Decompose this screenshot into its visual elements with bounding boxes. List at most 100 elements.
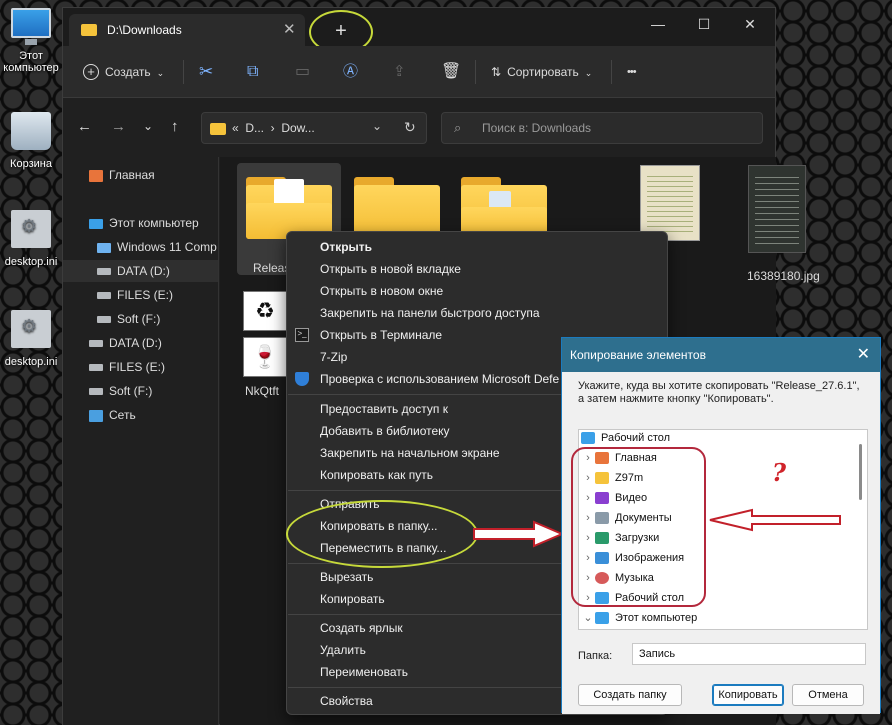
desktop-icon-desktop-ini-2[interactable]: desktop.ini: [0, 310, 62, 368]
sidebar-item-this-pc[interactable]: Этот компьютер: [89, 212, 199, 234]
file-name: NkQtft: [245, 384, 280, 398]
up-arrow-icon[interactable]: ↑: [171, 118, 179, 135]
desktop-icon-recycle-bin[interactable]: Корзина: [0, 112, 62, 170]
copy-button[interactable]: ⧉: [247, 58, 258, 86]
sidebar-item-home[interactable]: Главная: [89, 164, 155, 186]
desktop-icon-this-pc[interactable]: Этот компьютер: [0, 8, 62, 74]
chevron-down-icon[interactable]: ⌄: [372, 119, 382, 133]
drive-icon: [97, 292, 111, 300]
create-folder-button[interactable]: Создать папку: [578, 684, 682, 706]
chevron-down-icon: ⌄: [156, 68, 165, 78]
rename-button[interactable]: Ⓐ: [343, 58, 358, 86]
shield-icon: [295, 372, 309, 386]
drive-icon: [89, 388, 103, 396]
desktop-icon-label: desktop.ini: [4, 356, 58, 368]
search-placeholder: Поиск в: Downloads: [482, 121, 591, 135]
sidebar-item-data-d[interactable]: DATA (D:): [63, 260, 218, 282]
cut-button[interactable]: ✂: [199, 58, 213, 86]
more-options-button[interactable]: •••: [627, 58, 637, 86]
back-arrow-icon[interactable]: ←: [77, 118, 92, 135]
windows-drive-icon: [97, 242, 111, 253]
terminal-icon: >_: [295, 328, 309, 342]
create-button[interactable]: + Создать ⌄: [83, 58, 164, 86]
toolbar-divider: [183, 60, 184, 84]
sidebar-item-label: DATA (D:): [109, 336, 162, 350]
video-folder-icon[interactable]: [461, 177, 547, 239]
chevron-down-icon[interactable]: ⌄: [581, 608, 595, 628]
red-arrow-left-icon: [709, 508, 841, 532]
sort-button[interactable]: ⇅ Сортировать ⌄: [491, 58, 592, 86]
highlight-oval: [571, 447, 706, 607]
folder-icon: [246, 177, 332, 239]
close-window-button[interactable]: ✕: [727, 10, 773, 40]
sidebar-item-files-e-2[interactable]: FILES (E:): [89, 356, 165, 378]
folder-icon: [81, 24, 97, 36]
sidebar-item-files-e[interactable]: FILES (E:): [97, 284, 173, 306]
maximize-button[interactable]: ☐: [681, 10, 727, 40]
computer-icon: [11, 8, 51, 45]
menu-item-pin-quick-access[interactable]: Закрепить на панели быстрого доступа: [287, 302, 667, 324]
tab-title: D:\Downloads: [107, 23, 182, 37]
sort-label: Сортировать: [507, 65, 579, 79]
folder-icon[interactable]: [354, 177, 440, 239]
home-icon: [89, 169, 103, 182]
menu-item-label: Проверка с использованием Microsoft Defe: [320, 372, 560, 386]
sidebar-item-label: Сеть: [109, 408, 136, 422]
tab-downloads[interactable]: D:\Downloads ✕: [69, 14, 305, 46]
copy-button[interactable]: Копировать: [712, 684, 784, 706]
tree-item-label: Этот компьютер: [615, 612, 698, 624]
toolbar-divider: [611, 60, 612, 84]
computer-icon: [89, 218, 103, 229]
drive-icon: [89, 364, 103, 372]
menu-item-open-new-tab[interactable]: Открыть в новой вкладке: [287, 258, 667, 280]
search-icon: ⌕: [454, 120, 462, 135]
desktop-icon-label: desktop.ini: [4, 256, 58, 268]
share-button[interactable]: ⇪: [393, 58, 406, 86]
image-thumbnail[interactable]: [748, 165, 806, 253]
sidebar-item-soft-f-2[interactable]: Soft (F:): [89, 380, 152, 402]
title-bar: D:\Downloads ✕ + — ☐ ✕: [63, 8, 775, 54]
cancel-button[interactable]: Отмена: [792, 684, 864, 706]
document-thumbnail[interactable]: [640, 165, 700, 241]
plus-circle-icon: +: [83, 64, 99, 80]
delete-button[interactable]: 🗑: [441, 58, 461, 86]
recycle-symbol-thumbnail[interactable]: ♻: [243, 291, 287, 331]
fragile-symbol-thumbnail[interactable]: 🍷: [243, 337, 287, 377]
refresh-icon[interactable]: ↻: [404, 119, 416, 136]
question-mark-annotation: ?: [772, 458, 787, 487]
highlight-ellipse: [286, 500, 478, 568]
minimize-button[interactable]: —: [635, 10, 681, 40]
sidebar-item-label: Soft (F:): [109, 384, 153, 398]
file-name: 16389180.jpg: [747, 269, 820, 283]
sidebar-item-network[interactable]: Сеть: [89, 404, 136, 426]
desktop-icon-label: Этот компьютер: [3, 50, 59, 74]
address-bar[interactable]: « D... › Dow... ⌄ ↻: [201, 112, 427, 144]
menu-item-open[interactable]: Открыть: [287, 236, 667, 258]
menu-item-open-new-window[interactable]: Открыть в новом окне: [287, 280, 667, 302]
desktop-icon-label: Корзина: [10, 158, 52, 170]
drive-icon: [97, 268, 111, 276]
drive-icon: [97, 316, 111, 324]
dialog-instruction: Укажите, куда вы хотите скопировать "Rel…: [578, 380, 860, 405]
network-icon: [89, 409, 103, 422]
sidebar-item-label: Soft (F:): [117, 312, 161, 326]
paste-button[interactable]: ▭: [295, 58, 310, 86]
close-icon[interactable]: ✕: [857, 338, 870, 372]
settings-file-icon: [11, 210, 51, 248]
tree-scrollbar[interactable]: [859, 444, 862, 500]
folder-name-input[interactable]: Запись: [632, 643, 866, 665]
sidebar-item-windows[interactable]: Windows 11 Comp: [97, 236, 219, 258]
desktop-icon-desktop-ini[interactable]: desktop.ini: [0, 210, 62, 268]
navigation-bar: ← → ⌄ ↑ « D... › Dow... ⌄ ↻ ⌕ Поиск в: D…: [63, 99, 775, 157]
red-arrow-right-icon: [473, 520, 564, 548]
tree-item-this-pc[interactable]: ⌄ Этот компьютер: [581, 608, 697, 628]
search-box[interactable]: ⌕ Поиск в: Downloads: [441, 112, 763, 144]
sort-icon: ⇅: [491, 65, 502, 79]
recent-chevron-icon[interactable]: ⌄: [143, 119, 153, 133]
sidebar-item-data-d-2[interactable]: DATA (D:): [89, 332, 162, 354]
recycle-bin-icon: [11, 112, 51, 150]
forward-arrow-icon[interactable]: →: [111, 118, 126, 135]
close-tab-icon[interactable]: ✕: [283, 20, 296, 38]
tree-item-desktop-root[interactable]: Рабочий стол: [581, 430, 670, 448]
sidebar-item-soft-f[interactable]: Soft (F:): [97, 308, 160, 330]
